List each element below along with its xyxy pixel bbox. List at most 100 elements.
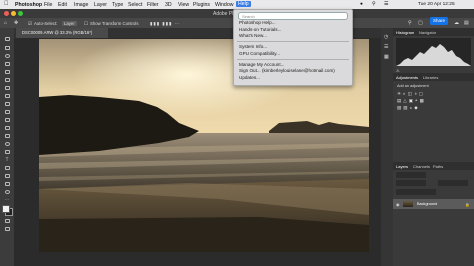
crop-tool[interactable] xyxy=(3,69,11,75)
screen-mode-icon[interactable] xyxy=(3,226,11,232)
auto-select-label: Auto-Select: xyxy=(34,21,58,26)
layer-filter-dropdown[interactable] xyxy=(396,172,426,178)
show-transform-checkbox[interactable]: ☐ xyxy=(84,21,88,27)
help-search-field[interactable]: Search xyxy=(238,12,348,20)
gradient-tool[interactable] xyxy=(3,133,11,139)
menu-3d[interactable]: 3D xyxy=(165,2,172,8)
help-item-whats-new[interactable]: What's New... xyxy=(239,33,267,38)
menu-separator xyxy=(237,58,349,60)
tab-paths[interactable]: Paths xyxy=(433,164,443,169)
panel-icon-strip: ◷ ☰ ▦ xyxy=(381,28,393,266)
tab-navigator[interactable]: Navigator xyxy=(419,30,436,35)
menu-image[interactable]: Image xyxy=(74,2,88,8)
histogram-chart xyxy=(396,44,471,66)
lock-controls[interactable] xyxy=(396,189,436,195)
menu-type[interactable]: Type xyxy=(112,2,123,8)
help-item-sign-out[interactable]: Sign Out... (kimberleylouiselane@hotmail… xyxy=(239,68,335,73)
help-item-system-info[interactable]: System Info... xyxy=(239,44,267,49)
search-icon[interactable]: ⚲ xyxy=(372,2,376,7)
eyedropper-tool[interactable] xyxy=(3,85,11,91)
move-tool[interactable] xyxy=(3,36,11,42)
clone-stamp-tool[interactable] xyxy=(3,109,11,115)
type-tool[interactable]: T xyxy=(3,157,11,163)
menu-filter[interactable]: Filter xyxy=(147,2,159,8)
help-item-manage-account[interactable]: Manage My Account... xyxy=(239,62,284,67)
lasso-tool[interactable] xyxy=(3,53,11,59)
cloud-icon[interactable]: ☁ xyxy=(454,20,459,26)
minimize-window-button[interactable] xyxy=(11,11,16,16)
shape-tool[interactable] xyxy=(3,173,11,179)
adjustments-hint: Add an adjustment xyxy=(397,84,429,88)
marquee-tool[interactable] xyxy=(3,45,11,51)
menu-plugins[interactable]: Plugins xyxy=(193,2,210,8)
adjustment-icons-row-1[interactable]: ☀◐◫◑▢ xyxy=(397,91,425,97)
menu-bar:  Photoshop File Edit Image Layer Type S… xyxy=(0,0,474,9)
lock-icon[interactable]: 🔒 xyxy=(465,202,470,207)
history-brush-tool[interactable] xyxy=(3,117,11,123)
menu-help[interactable]: Help xyxy=(236,1,251,7)
adjustments-panel-tabs: Adjustments Libraries xyxy=(393,73,474,81)
properties-icon[interactable]: ☰ xyxy=(384,44,388,50)
blend-mode-dropdown[interactable] xyxy=(396,180,426,186)
zoom-tool[interactable] xyxy=(3,189,11,195)
layer-thumbnail xyxy=(403,201,413,207)
tab-histogram[interactable]: Histogram xyxy=(396,30,414,35)
share-button[interactable]: Share xyxy=(430,17,448,25)
foreground-color-swatch[interactable] xyxy=(2,205,10,213)
menu-separator xyxy=(237,41,349,42)
help-item-tutorials[interactable]: Hands-on Tutorials... xyxy=(239,27,281,32)
tab-adjustments[interactable]: Adjustments xyxy=(396,75,418,80)
auto-select-dropdown[interactable]: Layer xyxy=(62,21,77,26)
eye-icon[interactable]: ◉ xyxy=(396,202,399,207)
healing-brush-tool[interactable] xyxy=(3,93,11,99)
layer-row-background[interactable]: ◉ Background 🔒 xyxy=(393,199,474,209)
brush-tool[interactable] xyxy=(3,101,11,107)
layer-name: Background xyxy=(417,202,438,206)
frame-tool[interactable] xyxy=(3,77,11,83)
menu-layer[interactable]: Layer xyxy=(94,2,107,8)
adjustment-icons-row-2[interactable]: ▤△▣◓▩ xyxy=(397,98,426,104)
apple-icon[interactable]:  xyxy=(4,1,9,7)
home-icon[interactable]: ⌂ xyxy=(4,20,7,26)
zoom-window-button[interactable] xyxy=(18,11,23,16)
control-center-icon[interactable]: ☰ xyxy=(384,2,388,7)
layers-panel-tabs: Layers Channels Paths xyxy=(393,162,474,170)
histogram-panel-tabs: Histogram Navigator xyxy=(393,28,474,36)
pen-tool[interactable] xyxy=(3,149,11,155)
close-window-button[interactable] xyxy=(4,11,9,16)
help-item-photoshop-help[interactable]: Photoshop Help... xyxy=(239,20,276,25)
wifi-icon[interactable]: ● xyxy=(360,2,363,7)
auto-select-checkbox[interactable]: ☑ xyxy=(28,21,32,27)
menu-app-name[interactable]: Photoshop xyxy=(15,2,42,8)
path-select-tool[interactable] xyxy=(3,165,11,171)
menu-file[interactable]: File xyxy=(44,2,52,8)
quick-select-tool[interactable] xyxy=(3,61,11,67)
help-item-updates[interactable]: Updates... xyxy=(239,75,260,80)
menu-window[interactable]: Window xyxy=(215,2,233,8)
swatches-icon[interactable]: ▦ xyxy=(384,54,389,60)
menu-select[interactable]: Select xyxy=(128,2,142,8)
dodge-tool[interactable] xyxy=(3,141,11,147)
menubar-clock[interactable]: Tue 20 Apr 12:25 xyxy=(418,2,455,7)
workspace-icon[interactable]: ▢ xyxy=(418,20,423,26)
tab-layers[interactable]: Layers xyxy=(396,164,408,169)
show-transform-label: Show Transform Controls xyxy=(90,21,139,26)
quick-mask-icon[interactable] xyxy=(3,218,11,224)
menu-view[interactable]: View xyxy=(178,2,189,8)
more-tools-icon[interactable]: ⋯ xyxy=(3,197,11,203)
right-panels: Histogram Navigator ⚠ Adjustments Librar… xyxy=(393,28,474,266)
history-icon[interactable]: ◷ xyxy=(384,34,388,40)
align-icons[interactable]: ▮▮▮ ▮▮▮ ⋯ xyxy=(150,21,180,27)
move-tool-icon[interactable]: ✥ xyxy=(14,20,18,26)
menu-edit[interactable]: Edit xyxy=(58,2,67,8)
hand-tool[interactable] xyxy=(3,181,11,187)
tab-libraries[interactable]: Libraries xyxy=(423,75,438,80)
adjustment-icons-row-3[interactable]: ▧▨◒◆ xyxy=(397,105,420,111)
search-icon[interactable]: ⚲ xyxy=(408,20,412,26)
opacity-field[interactable] xyxy=(438,180,468,186)
eraser-tool[interactable] xyxy=(3,125,11,131)
panel-toggle-icon[interactable]: ▤ xyxy=(464,20,469,26)
help-item-gpu-compatibility[interactable]: GPU Compatibility... xyxy=(239,51,280,56)
tab-channels[interactable]: Channels xyxy=(413,164,430,169)
document-tab[interactable]: DSC00009.ARW @ 33.3% (RGB/16*) xyxy=(16,28,108,38)
